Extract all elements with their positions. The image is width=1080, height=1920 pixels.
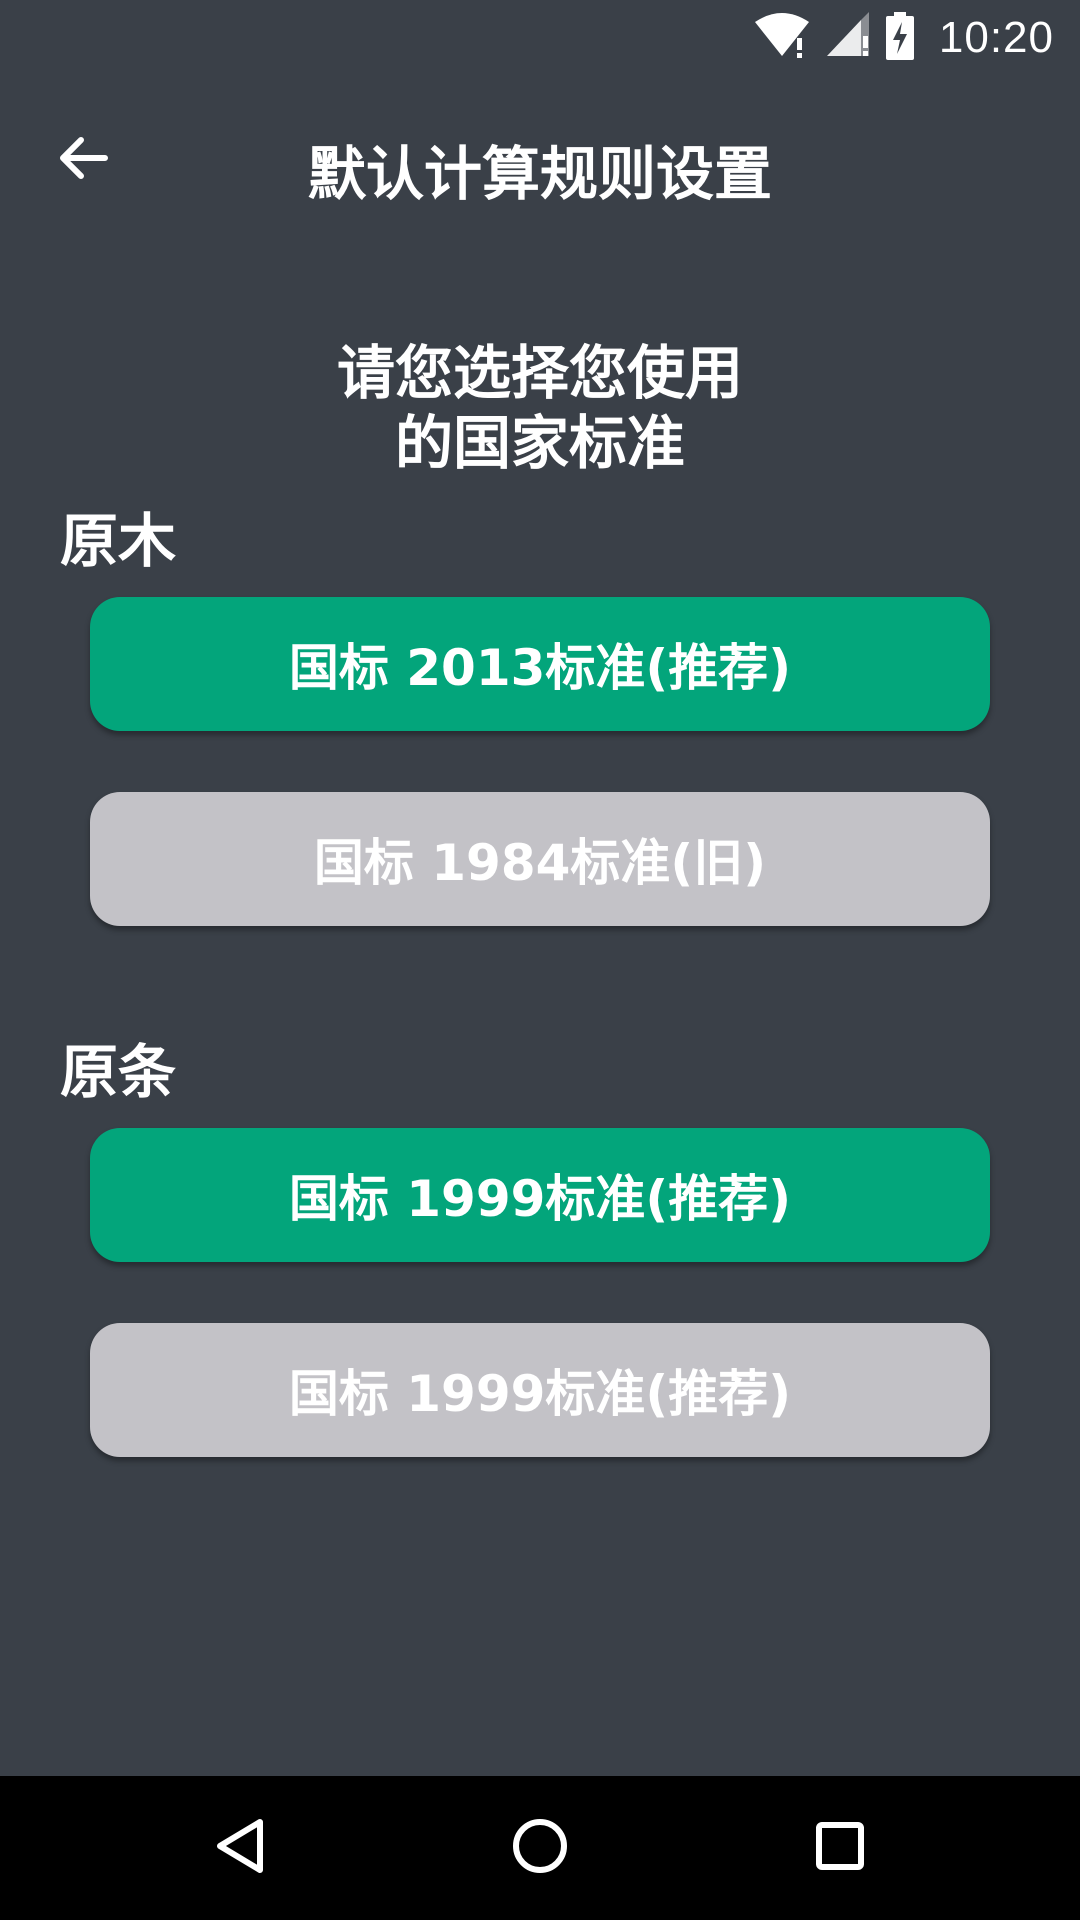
section-label-log: 原木 [60, 507, 177, 575]
app-bar: 默认计算规则设置 [0, 75, 1080, 243]
prompt-line-2: 的国家标准 [394, 409, 685, 477]
battery-charging-icon [885, 11, 915, 64]
recents-square-icon [810, 1816, 870, 1880]
page-title: 默认计算规则设置 [307, 140, 772, 208]
option-log-1984-button[interactable]: 国标 1984标准(旧) [90, 792, 990, 926]
option-pole-1999-button[interactable]: 国标 1999标准(推荐) [90, 1128, 990, 1262]
status-time: 10:20 [938, 12, 1054, 62]
back-triangle-icon [210, 1816, 270, 1880]
option-pole-1999-alt-button[interactable]: 国标 1999标准(推荐) [90, 1323, 990, 1457]
signal-icon [825, 11, 871, 64]
option-log-2013-button[interactable]: 国标 2013标准(推荐) [90, 597, 990, 731]
section-label-pole: 原条 [60, 1038, 177, 1106]
selection-prompt: 请您选择您使用 的国家标准 [260, 338, 820, 478]
system-nav-bar [0, 1776, 1080, 1920]
nav-recents-button[interactable] [790, 1798, 890, 1898]
home-circle-icon [510, 1816, 570, 1880]
nav-back-button[interactable] [190, 1798, 290, 1898]
nav-home-button[interactable] [490, 1798, 590, 1898]
prompt-line-1: 请您选择您使用 [336, 339, 743, 407]
status-icons: 10:20 [753, 11, 1054, 64]
wifi-icon [753, 12, 811, 64]
status-bar: 10:20 [0, 0, 1080, 75]
